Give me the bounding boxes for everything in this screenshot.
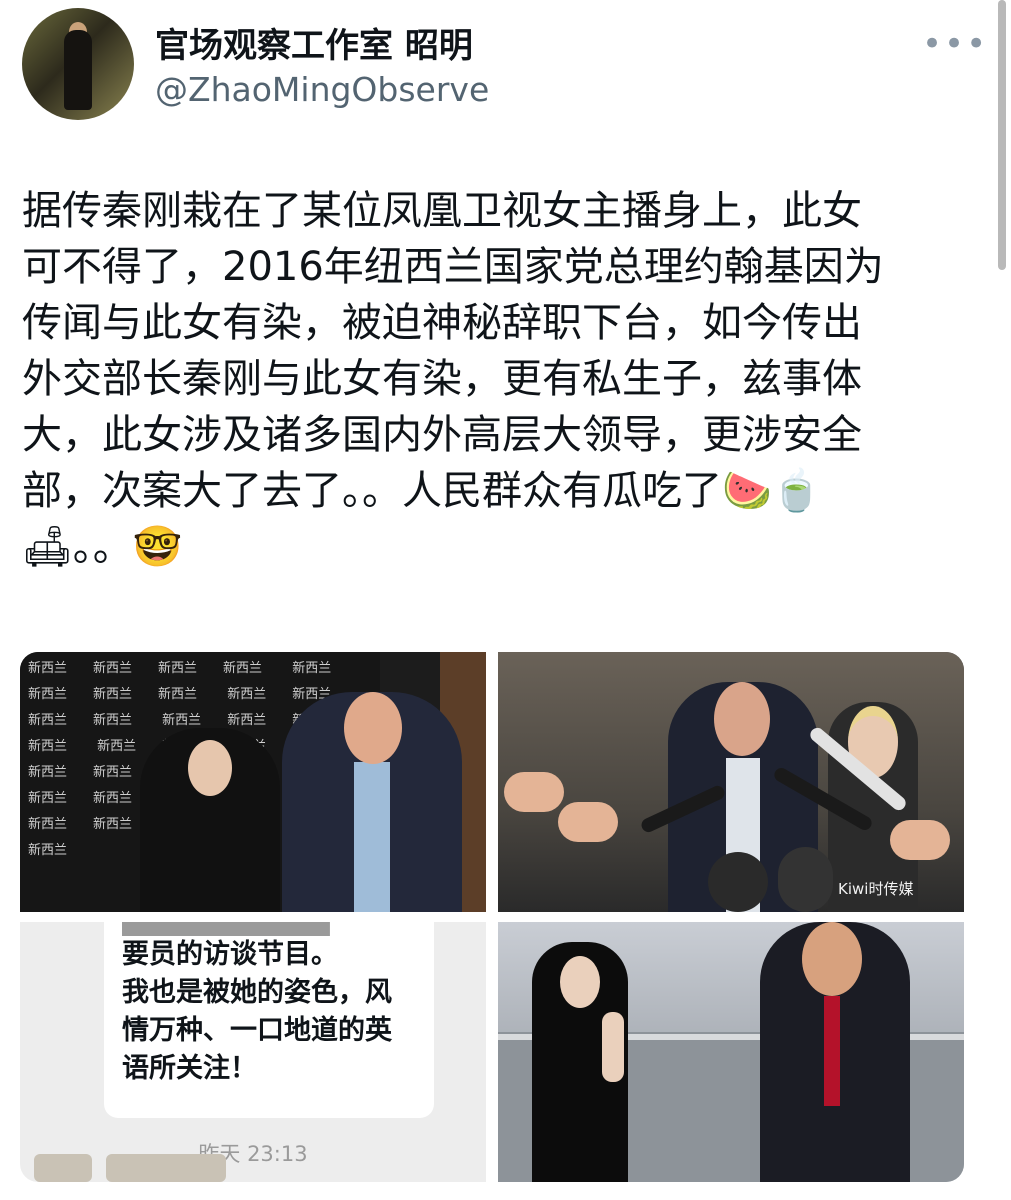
tweet-text-line: 部，次案大了去了。。人民群众有瓜吃了🍉🍵 — [22, 468, 822, 514]
hand — [504, 772, 564, 812]
chat-thumbnail — [106, 1154, 226, 1182]
arm — [602, 1012, 624, 1082]
chat-line: 我也是被她的姿色，风 — [122, 977, 392, 1008]
media-grid: 新西兰 新西兰 新西兰 新西兰 新西兰新西兰 新西兰 新西兰 新西兰 新西兰新西兰 新西兰 新… — [20, 652, 964, 1182]
tweet-text-line: 据传秦刚栽在了某位凤凰卫视女主播身上，此女 — [22, 188, 862, 234]
person-woman — [140, 728, 280, 912]
chat-bubble: ▆▆▆▆▆▆▆▆▆▆ 要员的访谈节目。 我也是被她的姿色，风 情万种、一口地道的… — [104, 922, 434, 1118]
chat-line: 情万种、一口地道的英 — [122, 1015, 392, 1046]
photo-terrace-interview[interactable] — [498, 922, 964, 1182]
face — [344, 692, 402, 764]
photo-event-backdrop[interactable]: 新西兰 新西兰 新西兰 新西兰 新西兰新西兰 新西兰 新西兰 新西兰 新西兰新西兰 新西兰 新… — [20, 652, 486, 912]
microphone-foam — [708, 852, 768, 912]
person-woman — [532, 942, 628, 1182]
more-options-icon[interactable]: ••• — [922, 24, 988, 64]
face — [802, 922, 862, 996]
author-handle[interactable]: @ZhaoMingObserve — [155, 70, 489, 109]
face — [714, 682, 770, 756]
face — [188, 740, 232, 796]
tweet-text-line: 可不得了，2016年纽西兰国家党总理约翰基因为 — [22, 244, 884, 290]
shirt — [354, 762, 390, 912]
chat-thumbnail — [34, 1154, 92, 1182]
author-avatar[interactable] — [22, 8, 134, 120]
watermark: Kiwi时传媒 — [838, 880, 914, 898]
chat-line: 语所关注！ — [122, 1053, 257, 1084]
hand — [558, 802, 618, 842]
hand — [890, 820, 950, 860]
scrollbar[interactable] — [998, 0, 1006, 270]
author-display-name[interactable]: 官场观察工作室 昭明 — [155, 18, 473, 67]
face — [560, 956, 600, 1008]
tie — [824, 996, 840, 1106]
avatar-figure-body — [64, 30, 92, 110]
tweet-text: 据传秦刚栽在了某位凤凰卫视女主播身上，此女 可不得了，2016年纽西兰国家党总理… — [22, 183, 952, 575]
tweet-text-line: 大，此女涉及诸多国内外高层大领导，更涉安全 — [22, 412, 862, 458]
tweet-text-line: 🛋。。🤓 — [22, 524, 183, 570]
photo-press-conference[interactable]: Kiwi时传媒 — [498, 652, 964, 912]
photo-chat-screenshot[interactable]: ▆▆▆▆▆▆▆▆▆▆ 要员的访谈节目。 我也是被她的姿色，风 情万种、一口地道的… — [20, 922, 486, 1182]
person-man — [282, 692, 462, 912]
chat-line: 要员的访谈节目。 — [122, 939, 338, 970]
tweet-text-line: 外交部长秦刚与此女有染，更有私生子，兹事体 — [22, 356, 862, 402]
person-man — [760, 922, 910, 1182]
microphone-foam — [778, 847, 833, 912]
chat-line-cropped: ▆▆▆▆▆▆▆▆▆▆ — [122, 922, 416, 936]
tweet-text-line: 传闻与此女有染，被迫神秘辞职下台，如今传出 — [22, 300, 862, 346]
